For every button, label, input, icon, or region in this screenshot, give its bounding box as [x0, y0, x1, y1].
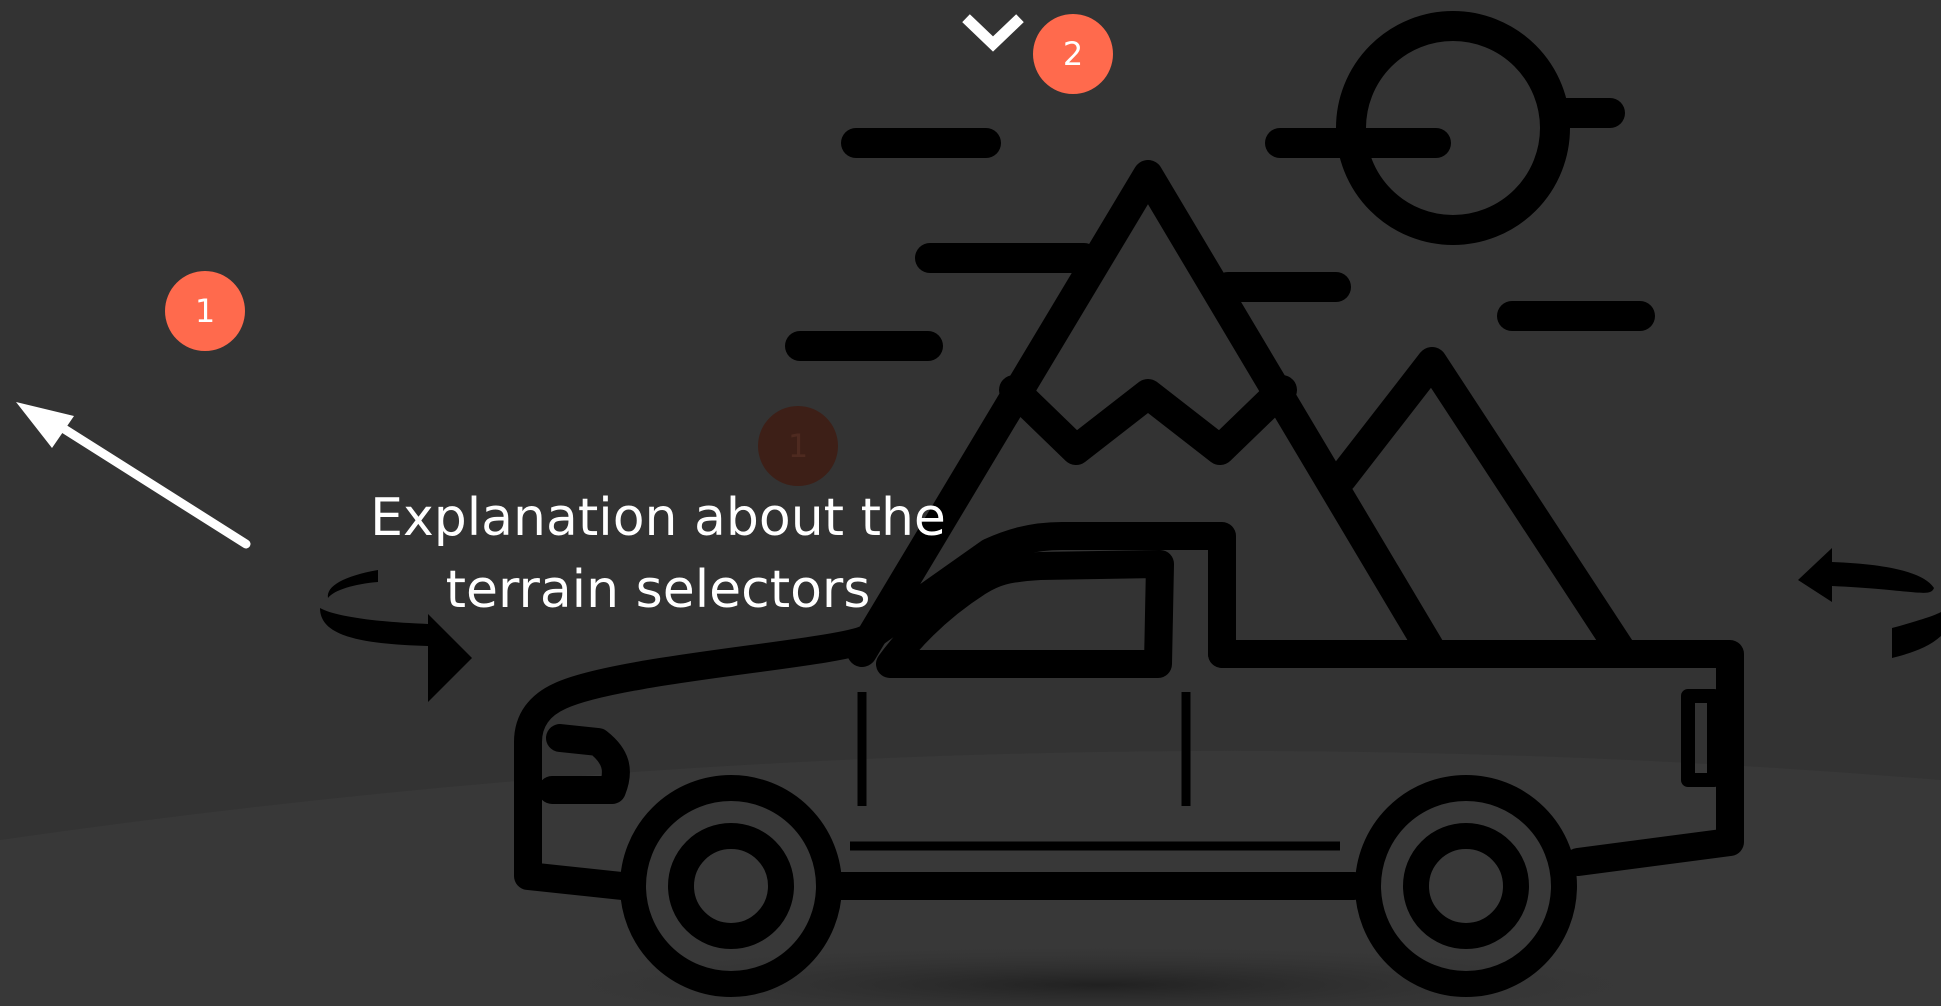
- hotspot-faded-button[interactable]: 1: [758, 406, 838, 486]
- rotate-right-icon[interactable]: [1796, 542, 1941, 682]
- truck-trim: [850, 692, 1340, 851]
- front-wheel-icon: [620, 775, 842, 997]
- terrain-explanation-text: Explanation about the terrain selectors: [370, 488, 946, 620]
- tail-light: [1681, 689, 1721, 787]
- chevron-down-icon[interactable]: [960, 10, 1026, 56]
- hotspot-2-button[interactable]: 2: [1033, 14, 1113, 94]
- arrow-up-left-icon: [16, 402, 251, 549]
- rear-wheel-icon: [1355, 775, 1577, 997]
- hotspot-1-button[interactable]: 1: [165, 271, 245, 351]
- terrain-scene: 1 2 1 Explanation about the terrain sele…: [0, 0, 1941, 1006]
